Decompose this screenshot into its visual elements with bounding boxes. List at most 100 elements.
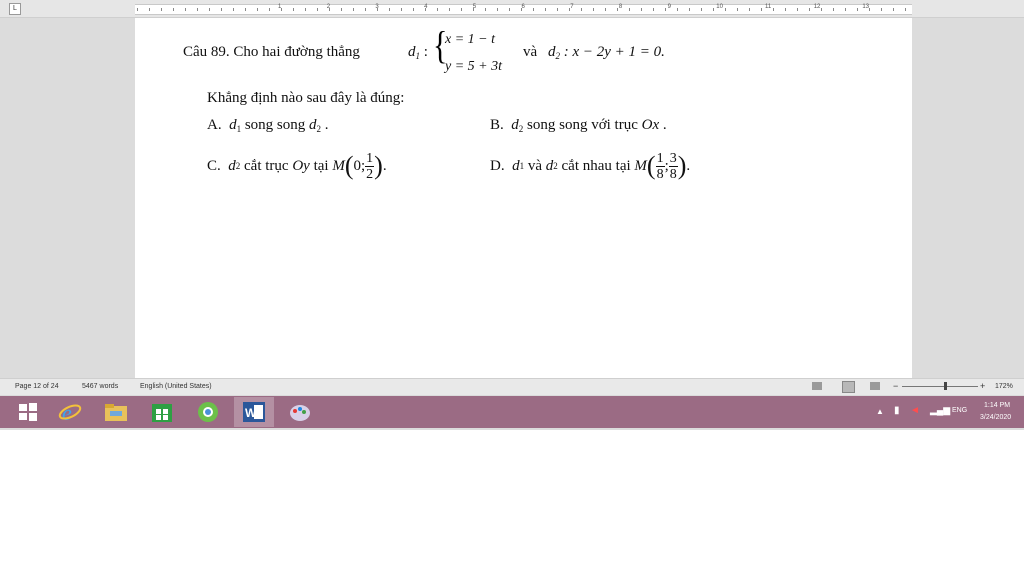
ruler-tick xyxy=(341,8,342,11)
ruler-tick xyxy=(617,8,618,11)
ruler-tick xyxy=(869,8,870,11)
ruler-tick xyxy=(473,8,474,11)
clock-date[interactable]: 3/24/2020 xyxy=(980,414,1011,421)
language-indicator[interactable]: English (United States) xyxy=(140,383,212,390)
word-count[interactable]: 5467 words xyxy=(82,383,118,390)
ruler-tick xyxy=(161,8,162,11)
option-b: B. d2 song song với trục Ox . xyxy=(490,117,667,134)
option-d: D. d1 và d2 cắt nhau tại M(1 8; 3 8). xyxy=(490,150,691,182)
ruler-tick xyxy=(761,8,762,11)
d1-name: d xyxy=(408,44,416,60)
status-bar: Page 12 of 24 5467 words English (United… xyxy=(0,378,1024,395)
ruler-tick xyxy=(353,8,354,11)
document-page[interactable]: Câu 89. Cho hai đường thẳng d1 : { x = 1… xyxy=(135,18,912,378)
word-window: L 1 2 3 4 5 6 7 8 9 10 11 12 13 Câu 89. Cho hai đườn… xyxy=(0,0,1024,430)
ruler-tick xyxy=(605,8,606,11)
ruler-tick xyxy=(545,8,546,11)
folder-icon xyxy=(105,404,127,421)
ruler-tick xyxy=(137,8,138,11)
word-button[interactable]: W xyxy=(234,397,274,427)
show-hidden-icons[interactable]: ▲ xyxy=(876,407,884,416)
windows-start-button[interactable] xyxy=(8,397,48,427)
question-label: Câu 89. xyxy=(183,44,230,60)
option-d-point: M xyxy=(634,157,647,174)
ruler-tick xyxy=(233,8,234,11)
read-mode-icon[interactable] xyxy=(812,382,822,390)
d1-eq2: y = 5 + 3t xyxy=(445,59,502,74)
ruler-tick xyxy=(401,8,402,11)
prompt-text: Khẳng định nào sau đây là đúng: xyxy=(207,90,405,106)
ruler-tick xyxy=(641,8,642,11)
ruler-tick xyxy=(449,8,450,11)
ruler-track[interactable]: 1 2 3 4 5 6 7 8 9 10 11 12 13 xyxy=(135,4,912,15)
paint-palette-icon xyxy=(290,405,310,421)
ruler-tick xyxy=(893,8,894,11)
internet-explorer-button[interactable]: e xyxy=(50,397,90,427)
option-d-text: cắt nhau tại xyxy=(561,157,631,174)
option-d-fraction-1: 18 xyxy=(655,150,665,182)
question-line: Câu 89. Cho hai đường thẳng xyxy=(183,44,360,61)
option-a: A. d1 song song d2 . xyxy=(207,117,329,134)
ruler-tick xyxy=(293,8,294,11)
horizontal-ruler[interactable]: L 1 2 3 4 5 6 7 8 9 10 11 12 13 xyxy=(0,0,1024,18)
ruler-number: 6 xyxy=(521,4,525,10)
ruler-tick xyxy=(845,8,846,11)
option-b-label: B. xyxy=(490,117,504,133)
zoom-in-icon[interactable]: + xyxy=(980,381,985,391)
browser-icon xyxy=(198,402,218,422)
ruler-tick xyxy=(881,8,882,11)
ruler-tick xyxy=(701,8,702,11)
ruler-tick xyxy=(497,8,498,11)
ruler-number: 10 xyxy=(716,4,723,10)
print-layout-icon[interactable] xyxy=(842,381,855,393)
zoom-out-icon[interactable]: − xyxy=(893,381,898,391)
option-c-point: M xyxy=(332,157,345,174)
store-button[interactable] xyxy=(142,397,182,427)
paint-button[interactable] xyxy=(280,397,320,427)
browser-button[interactable] xyxy=(188,397,228,427)
option-c-axis: Oy xyxy=(292,157,310,174)
ruler-tick xyxy=(533,8,534,11)
option-c: C. d2 cắt trục Oy tại M(0; 1 2). xyxy=(207,150,387,182)
ruler-tick xyxy=(305,8,306,11)
volume-muted-icon[interactable]: ◄ xyxy=(910,405,920,416)
signal-icon[interactable]: ▂▄▆ xyxy=(930,405,950,416)
ruler-tick xyxy=(149,8,150,11)
network-icon[interactable]: ▮ xyxy=(894,405,900,416)
ruler-tick xyxy=(281,8,282,11)
d2-sub: 2 xyxy=(555,51,561,61)
option-a-label: A. xyxy=(207,117,222,133)
ruler-tick xyxy=(821,8,822,11)
tab-selector[interactable]: L xyxy=(9,3,21,15)
internet-explorer-icon: e xyxy=(58,400,82,424)
ruler-tick xyxy=(737,8,738,11)
taskbar: e W ▲ ▮ ◄ ▂▄▆ ENG 1:14 PM 3/24/2020 xyxy=(0,396,1024,428)
ruler-number: 12 xyxy=(813,4,821,10)
ruler-tick xyxy=(317,8,318,11)
d1-label: d1 : xyxy=(408,44,428,61)
svg-text:e: e xyxy=(62,400,72,424)
ruler-tick xyxy=(749,8,750,11)
page-count[interactable]: Page 12 of 24 xyxy=(15,383,59,390)
store-icon xyxy=(152,404,172,422)
option-d-num2: 3 xyxy=(668,150,678,167)
option-d-num1: 1 xyxy=(655,150,665,167)
zoom-level[interactable]: 172% xyxy=(995,383,1013,390)
windows-logo-icon xyxy=(19,403,37,421)
ruler-number: 9 xyxy=(667,4,671,10)
ruler-number: 7 xyxy=(570,4,574,10)
word-icon: W xyxy=(243,402,265,422)
option-c-tai: tại xyxy=(313,157,329,174)
zoom-slider[interactable] xyxy=(902,386,978,387)
d2-equation: d2 : x − 2y + 1 = 0. xyxy=(548,44,665,61)
zoom-slider-thumb[interactable] xyxy=(944,382,947,390)
ruler-tick xyxy=(905,8,906,11)
option-c-label: C. xyxy=(207,157,221,174)
d2-name: d xyxy=(548,44,556,60)
option-c-den: 2 xyxy=(366,166,374,182)
clock-time[interactable]: 1:14 PM xyxy=(984,402,1010,409)
ruler-tick xyxy=(629,8,630,11)
language-button[interactable]: ENG xyxy=(952,407,967,414)
file-explorer-button[interactable] xyxy=(96,397,136,427)
web-layout-icon[interactable] xyxy=(870,382,880,390)
